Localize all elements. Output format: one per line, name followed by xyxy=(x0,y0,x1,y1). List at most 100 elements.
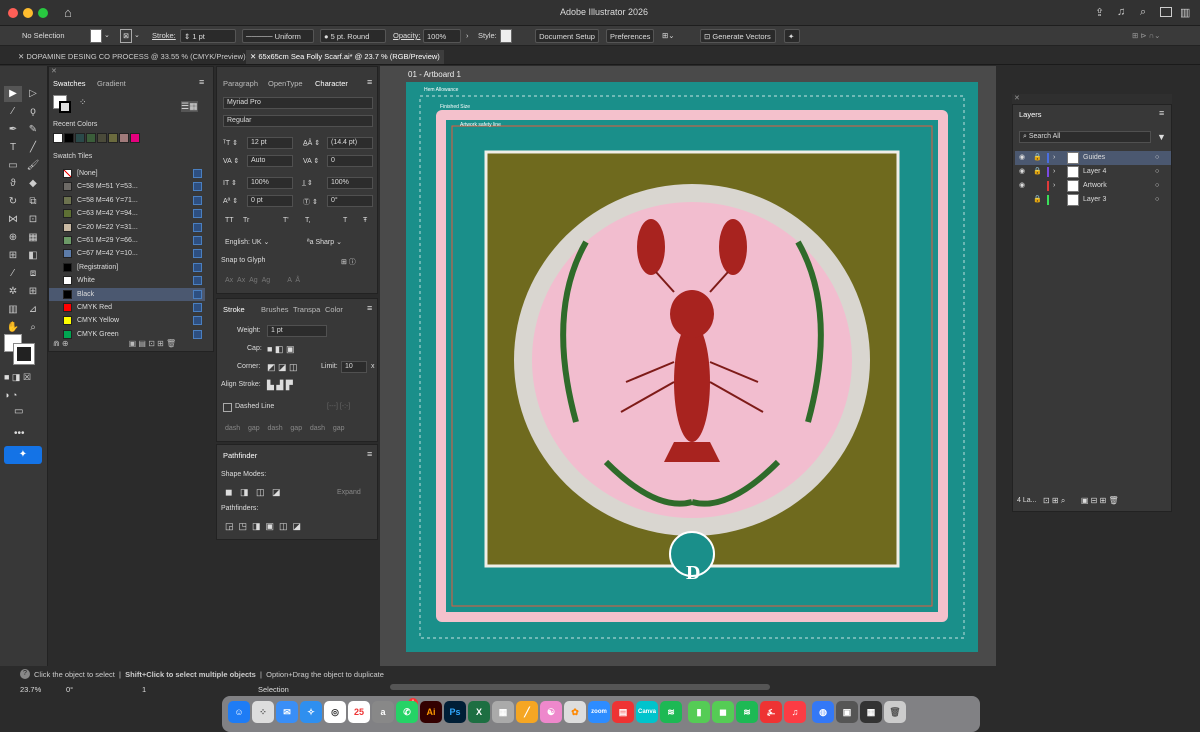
superscript-button[interactable]: T' xyxy=(283,217,289,224)
screen-mode-icon[interactable]: ▭ xyxy=(14,406,23,417)
tab-brushes[interactable]: Brushes xyxy=(261,303,289,317)
font-style-select[interactable]: Regular xyxy=(223,115,373,127)
tab-pathfinder[interactable]: Pathfinder xyxy=(223,449,257,463)
recent-app-icon[interactable]: ▦ xyxy=(860,701,882,723)
anti-aliasing-select[interactable]: ªa Sharp ⌄ xyxy=(307,238,342,246)
swatch-item[interactable]: C=61 M=29 Y=66... xyxy=(49,234,205,247)
gradient-swatch-icon[interactable]: ◧ xyxy=(24,248,42,264)
swatch-item[interactable]: C=58 M=46 Y=71... xyxy=(49,194,205,207)
search-icon[interactable]: ⌕ xyxy=(1140,6,1146,19)
chrome-icon[interactable]: ◎ xyxy=(324,701,346,723)
layer-footer-icons[interactable]: ⊡ ⊞ ⌕ ▣ ⊟ ⊞ 🗑 xyxy=(1043,496,1119,506)
preferences-button[interactable]: Preferences xyxy=(606,29,654,43)
more-tools-icon[interactable]: ••• xyxy=(14,428,25,439)
style-swatch[interactable] xyxy=(500,29,512,43)
paintbrush-tool-icon[interactable]: 🖌 xyxy=(24,158,42,174)
snap-glyph-icons[interactable]: ⊞ ⓘ xyxy=(341,257,356,267)
finder-icon[interactable]: ☺ xyxy=(228,701,250,723)
filter-icon[interactable]: ▼ xyxy=(1157,132,1166,142)
swatch-item[interactable]: C=63 M=42 Y=94... xyxy=(49,207,205,220)
facetime-icon[interactable]: ◼ xyxy=(712,701,734,723)
recent-color-swatch[interactable] xyxy=(119,133,129,143)
fonts-icon[interactable]: a xyxy=(372,701,394,723)
brush-definition[interactable]: ● 5 pt. Round xyxy=(320,29,386,43)
pathfinder-buttons[interactable]: ◲ ◳ ◨ ▣ ◫ ◪ xyxy=(225,521,301,532)
music-icon[interactable]: ♫ xyxy=(784,701,806,723)
close-panel-icon[interactable]: ✕ xyxy=(51,67,57,75)
shape-builder-tool-icon[interactable]: ⊕ xyxy=(4,230,22,246)
home-icon[interactable]: ⌂ xyxy=(64,5,72,20)
limit-field[interactable]: 10 xyxy=(341,361,367,373)
eyedropper-tool-icon[interactable]: ⁄ xyxy=(4,266,22,282)
target-circle-icon[interactable]: ○ xyxy=(1155,165,1159,179)
tracking-field[interactable]: 0 xyxy=(327,155,373,167)
spotify-icon-2[interactable]: ≋ xyxy=(736,701,758,723)
acrobat-icon[interactable]: ⍼ xyxy=(760,701,782,723)
recent-color-swatch[interactable] xyxy=(64,133,74,143)
tab-swatches[interactable]: Swatches xyxy=(53,77,86,91)
illustrator-icon[interactable]: Ai xyxy=(420,701,442,723)
lasso-tool-icon[interactable]: ϙ xyxy=(24,104,42,120)
generative-tool-button[interactable]: ✦ xyxy=(4,446,42,464)
swatch-item[interactable]: [Registration] xyxy=(49,261,205,274)
panels-icon[interactable]: ▥ xyxy=(1180,6,1190,19)
variable-width-profile[interactable]: ───── Uniform xyxy=(242,29,314,43)
align-stroke-buttons[interactable]: ▙ ▟ ▛ xyxy=(267,380,293,391)
minimize-window-button[interactable] xyxy=(23,8,33,18)
lock-icon[interactable]: 🔒 xyxy=(1033,193,1042,207)
subscript-button[interactable]: T, xyxy=(305,217,310,224)
target-circle-icon[interactable]: ○ xyxy=(1155,151,1159,165)
expand-button[interactable]: Expand xyxy=(337,489,361,496)
shaper-tool-icon[interactable]: ϑ xyxy=(4,176,22,192)
artboard-tool-icon[interactable]: ⊞ xyxy=(24,284,42,300)
help-icon[interactable]: ? xyxy=(20,669,30,679)
creative-cloud-icon[interactable]: ☯ xyxy=(540,701,562,723)
expand-arrow-icon[interactable]: › xyxy=(1053,165,1055,179)
draw-mode-icons[interactable]: ◑ ◔ xyxy=(4,390,17,400)
strikethrough-button[interactable]: Ŧ xyxy=(363,217,367,224)
horizontal-scrollbar[interactable] xyxy=(390,684,770,690)
selection-tool-icon[interactable]: ▶ xyxy=(4,86,22,102)
whatsapp-icon[interactable]: ✆ xyxy=(396,701,418,723)
character-rotation-field[interactable]: 0° xyxy=(327,195,373,207)
language-select[interactable]: English: UK ⌄ xyxy=(225,238,269,246)
panel-menu-icon[interactable]: ≡ xyxy=(367,303,372,313)
color-mode-icons[interactable]: ■ ◨ ☒ xyxy=(4,372,31,383)
recent-color-swatch[interactable] xyxy=(53,133,63,143)
safari-icon[interactable]: ✧ xyxy=(300,701,322,723)
panel-menu-icon[interactable]: ≡ xyxy=(367,449,372,459)
recent-color-swatch[interactable] xyxy=(108,133,118,143)
free-transform-tool-icon[interactable]: ⊡ xyxy=(24,212,42,228)
tab-transparency[interactable]: Transpa xyxy=(293,303,320,317)
tab-layers[interactable]: Layers xyxy=(1019,108,1042,122)
stroke-proxy[interactable] xyxy=(59,101,71,113)
type-tool-icon[interactable]: T xyxy=(4,140,22,156)
dash-align-icons[interactable]: [‑‑‑] [‑:‑] xyxy=(327,403,350,410)
zoom-window-button[interactable] xyxy=(38,8,48,18)
vertical-scale-field[interactable]: 100% xyxy=(247,177,293,189)
arrange-icon[interactable]: ⊞⌄ xyxy=(662,29,675,43)
weight-field[interactable]: 1 pt xyxy=(267,325,327,337)
layer-row[interactable]: ◉ 🔒 › Guides ○ xyxy=(1015,151,1171,165)
font-size-field[interactable]: 12 pt xyxy=(247,137,293,149)
share-icon[interactable]: ⇪ xyxy=(1095,6,1104,19)
document-setup-button[interactable]: Document Setup xyxy=(535,29,599,43)
opacity-label[interactable]: Opacity: xyxy=(393,29,421,43)
swatch-item[interactable]: C=20 M=22 Y=31... xyxy=(49,221,205,234)
artboard-number[interactable]: 1 xyxy=(142,685,146,694)
tab-sea-folly[interactable]: ✕ 65x65cm Sea Folly Scarf.ai* @ 23.7 % (… xyxy=(246,50,444,64)
spotify-icon[interactable]: ≋ xyxy=(660,701,682,723)
chevron-down-icon[interactable]: ⌄ xyxy=(134,29,140,43)
tab-color[interactable]: Color xyxy=(325,303,343,317)
mail-icon[interactable]: ✉ xyxy=(276,701,298,723)
tab-character[interactable]: Character xyxy=(315,77,348,91)
canvas[interactable]: 01 - Artboard 1 Hem Allowance Finished S… xyxy=(380,66,996,666)
gradient-tool-icon[interactable]: ▦ xyxy=(24,230,42,246)
stroke-weight-field[interactable]: ⇕ 1 pt xyxy=(180,29,236,43)
tab-opentype[interactable]: OpenType xyxy=(268,77,303,91)
visibility-eye-icon[interactable]: ◉ xyxy=(1019,165,1025,179)
swatch-item[interactable]: C=58 M=51 Y=53... xyxy=(49,180,205,193)
swatch-item[interactable]: CMYK Red xyxy=(49,301,205,314)
layers-search-input[interactable]: ⌕ Search All xyxy=(1019,131,1151,143)
recent-color-swatch[interactable] xyxy=(97,133,107,143)
